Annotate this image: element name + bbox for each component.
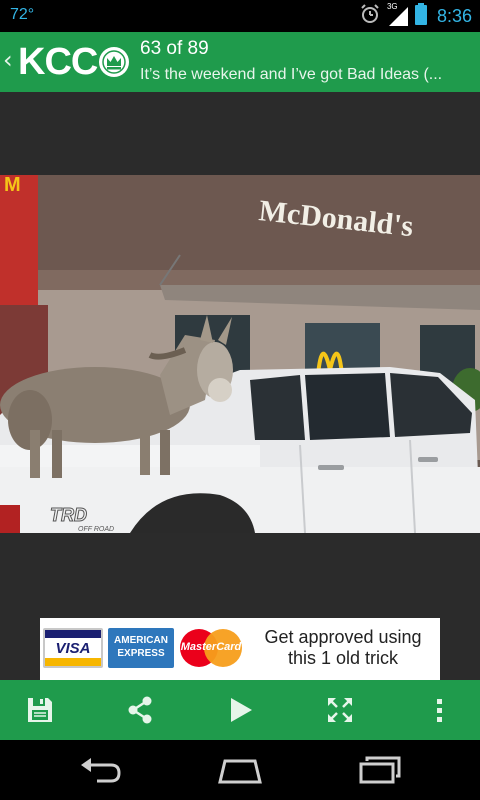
nav-recent-apps-button[interactable] bbox=[350, 752, 410, 788]
app-logo[interactable]: KCC bbox=[18, 41, 130, 83]
chevron-left-icon[interactable]: ‹ bbox=[3, 46, 13, 74]
status-bar: 72° 3G 8:36 bbox=[0, 0, 480, 32]
signal-icon: 3G bbox=[387, 2, 409, 27]
clock: 8:36 bbox=[436, 5, 472, 26]
recent-apps-icon bbox=[359, 756, 401, 784]
home-icon bbox=[218, 759, 262, 784]
visa-card-icon: VISA bbox=[43, 628, 103, 668]
gallery-photo[interactable]: M McDonald's TRD OFF ROAD bbox=[0, 175, 480, 533]
battery-icon bbox=[414, 3, 427, 29]
trd-badge: TRD bbox=[50, 505, 87, 525]
nav-back-button[interactable] bbox=[70, 752, 130, 788]
play-icon bbox=[231, 698, 252, 722]
back-icon bbox=[81, 758, 121, 783]
share-button[interactable] bbox=[120, 690, 160, 730]
overflow-menu-icon bbox=[437, 699, 442, 722]
nav-home-button[interactable] bbox=[210, 752, 270, 788]
ad-text: Get approved using this 1 old trick bbox=[264, 627, 422, 668]
fullscreen-icon bbox=[328, 698, 352, 722]
amex-label: AMERICAN EXPRESS bbox=[114, 635, 168, 659]
overflow-menu-button[interactable] bbox=[420, 690, 460, 730]
logo-text: KCC bbox=[18, 41, 98, 83]
share-icon bbox=[128, 696, 152, 724]
alarm-icon bbox=[359, 3, 381, 29]
save-icon bbox=[28, 698, 52, 722]
fullscreen-button[interactable] bbox=[320, 690, 360, 730]
system-nav-bar bbox=[0, 740, 480, 800]
action-toolbar bbox=[0, 680, 480, 740]
weather-temperature: 72° bbox=[10, 6, 35, 23]
visa-label: VISA bbox=[55, 640, 91, 657]
ad-banner[interactable]: VISA AMERICAN EXPRESS MasterCard Get app… bbox=[40, 618, 440, 680]
status-icons: 3G 8:36 bbox=[359, 2, 472, 29]
gallery-title: It’s the weekend and I’ve got Bad Ideas … bbox=[140, 66, 443, 83]
amex-card-icon: AMERICAN EXPRESS bbox=[108, 628, 174, 668]
crown-logo-icon bbox=[99, 47, 130, 77]
mastercard-label: MasterCard bbox=[180, 641, 242, 653]
svg-text:M: M bbox=[4, 175, 21, 196]
trd-badge-sub: OFF ROAD bbox=[78, 526, 114, 533]
slideshow-play-button[interactable] bbox=[220, 690, 260, 730]
mastercard-icon: MasterCard bbox=[178, 628, 244, 668]
app-header: ‹ KCC 63 of 89 It’s the weekend and I’ve… bbox=[0, 32, 480, 92]
save-button[interactable] bbox=[20, 690, 60, 730]
photo-counter: 63 of 89 bbox=[140, 38, 209, 59]
